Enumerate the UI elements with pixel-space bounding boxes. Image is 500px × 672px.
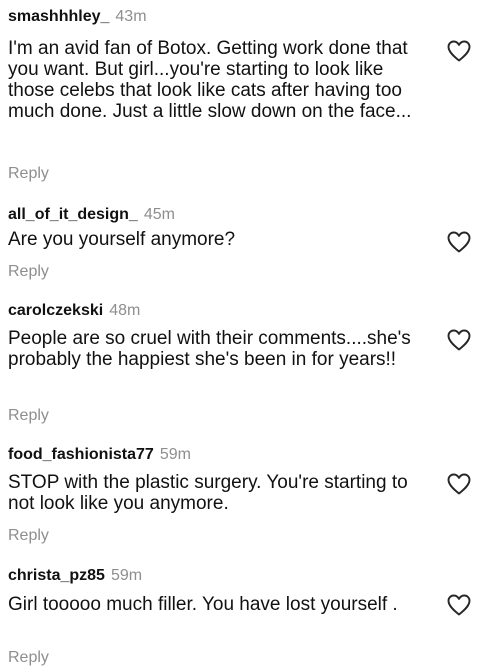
- reply-button[interactable]: Reply: [8, 526, 49, 546]
- comment-timestamp: 59m: [110, 567, 143, 584]
- reply-button[interactable]: Reply: [8, 406, 49, 426]
- comment-text: Are you yourself anymore?: [8, 229, 236, 250]
- comment-header: food_fashionista77 59m: [8, 445, 191, 465]
- comment-text: People are so cruel with their comments.…: [8, 328, 411, 370]
- comment-text: STOP with the plastic surgery. You're st…: [8, 472, 408, 514]
- heart-outline-icon[interactable]: [447, 40, 471, 62]
- comment-text: Girl tooooo much filler. You have lost y…: [8, 594, 398, 615]
- comment-username[interactable]: christa_pz85: [8, 567, 105, 584]
- comment-timestamp: 48m: [109, 302, 141, 319]
- comment-timestamp: 43m: [115, 8, 147, 25]
- heart-outline-icon[interactable]: [447, 594, 471, 616]
- reply-button[interactable]: Reply: [8, 648, 49, 668]
- comment-header: all_of_it_design_ 45m: [8, 205, 175, 225]
- comment-username[interactable]: food_fashionista77: [8, 446, 154, 463]
- comment-timestamp: 45m: [143, 206, 175, 223]
- comment-header: christa_pz85 59m: [8, 566, 142, 586]
- comment-text: I'm an avid fan of Botox. Getting work d…: [8, 38, 412, 122]
- reply-button[interactable]: Reply: [8, 262, 49, 282]
- comment-username[interactable]: carolczekski: [8, 302, 103, 319]
- reply-button[interactable]: Reply: [8, 164, 49, 184]
- heart-outline-icon[interactable]: [447, 231, 471, 253]
- heart-outline-icon[interactable]: [447, 473, 471, 495]
- comment-username[interactable]: smashhhley_: [8, 8, 109, 25]
- comment-header: carolczekski 48m: [8, 301, 140, 321]
- comment-timestamp: 59m: [159, 446, 191, 463]
- comment-header: smashhhley_ 43m: [8, 7, 147, 27]
- comment-username[interactable]: all_of_it_design_: [8, 206, 138, 223]
- heart-outline-icon[interactable]: [447, 329, 471, 351]
